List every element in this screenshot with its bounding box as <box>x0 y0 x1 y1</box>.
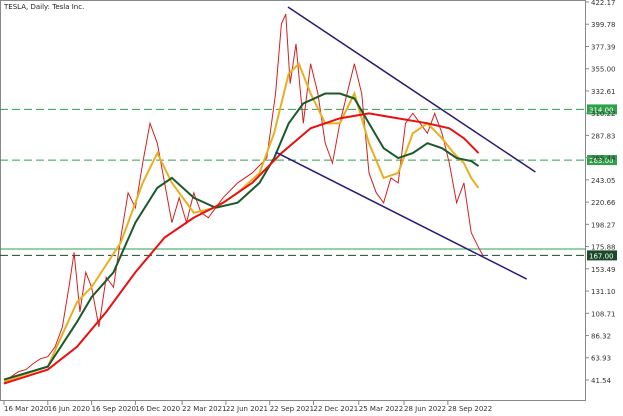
chart-window: TESLA, Daily: Tesla Inc. 314.00 263.00 167… <box>0 0 623 416</box>
y-tick-label: 399.78 <box>591 21 616 29</box>
x-tick-label: 28 Sep 2022 <box>448 405 492 413</box>
y-tick-label: 220.66 <box>591 199 616 207</box>
x-tick-label: 22 Mar 2021 <box>182 405 226 413</box>
x-tick-label: 22 Jun 2021 <box>226 405 268 413</box>
y-tick-label: 332.61 <box>591 88 616 96</box>
y-tick-label: 377.39 <box>591 43 616 51</box>
x-tick-label: 22 Sep 2021 <box>270 405 314 413</box>
x-tick-label: 16 Jun 2020 <box>48 405 90 413</box>
y-tick-label: 41.54 <box>591 377 612 385</box>
x-tick-label: 16 Mar 2020 <box>4 405 48 413</box>
y-tick-label: 243.05 <box>591 177 616 185</box>
y-tick-label: 355.00 <box>591 66 616 74</box>
y-tick-label: 131.10 <box>591 288 616 296</box>
y-tick-label: 153.49 <box>591 266 616 274</box>
y-tick-label: 175.88 <box>591 244 616 252</box>
x-tick-label: 28 Jun 2022 <box>404 405 446 413</box>
y-tick-label: 108.71 <box>591 310 616 318</box>
chart-title: TESLA, Daily: Tesla Inc. <box>3 3 84 11</box>
plot-area <box>0 0 586 401</box>
x-tick-label: 25 Mar 2022 <box>359 405 403 413</box>
level-label: 167.00 <box>589 252 614 260</box>
y-tick-label: 287.83 <box>591 132 616 140</box>
x-tick-label: 16 Dec 2020 <box>135 405 180 413</box>
y-tick-label: 198.27 <box>591 221 616 229</box>
y-tick-label: 310.22 <box>591 110 616 118</box>
y-tick-label: 86.32 <box>591 333 611 341</box>
y-tick-label: 422.17 <box>591 0 616 7</box>
y-tick-label: 63.93 <box>591 355 611 363</box>
price-chart: TESLA, Daily: Tesla Inc. 314.00263.00167… <box>0 0 617 413</box>
x-tick-label: 16 Sep 2020 <box>92 405 136 413</box>
x-tick-label: 22 Dec 2021 <box>314 405 359 413</box>
y-tick-label: 265.44 <box>591 155 616 163</box>
